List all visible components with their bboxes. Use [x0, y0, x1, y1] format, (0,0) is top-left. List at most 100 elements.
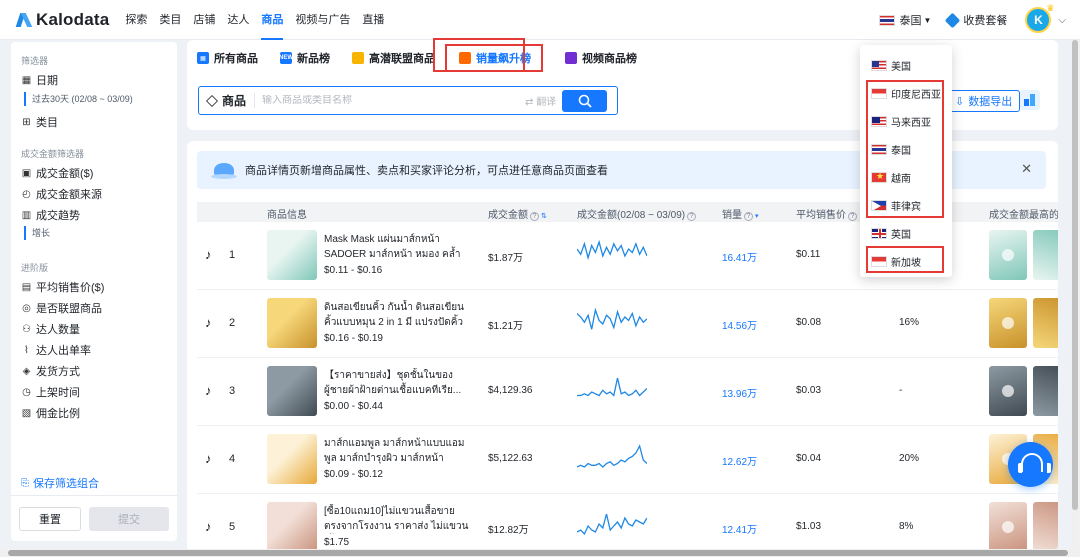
date-filter[interactable]: ▦ 日期: [11, 70, 58, 90]
tiktok-icon: ♪: [205, 315, 212, 330]
product-thumbnail[interactable]: [267, 298, 317, 348]
country-option-ph[interactable]: 菲律宾: [871, 197, 921, 213]
table-row[interactable]: ♪ 5 [ซื้อ10แถม10]ไม่แขวนเสื้อขายตรงจากโรงง…: [197, 494, 1058, 551]
video-thumbnail[interactable]: [989, 502, 1027, 551]
tab-label: 新品榜: [297, 53, 330, 65]
sparkline-line: [577, 308, 647, 330]
nav-item[interactable]: 达人: [227, 0, 249, 40]
video-thumbnail[interactable]: [1033, 502, 1058, 551]
category-label: 类目: [36, 117, 58, 129]
country-selector[interactable]: 泰国 ▼: [879, 12, 931, 28]
sales-value: 13.96万: [722, 389, 758, 400]
sidebar-advanced-item[interactable]: ◎ 是否联盟商品: [11, 298, 171, 318]
tab-new[interactable]: NEW 新品榜: [279, 44, 330, 72]
date-value[interactable]: 过去30天 (02/08 ~ 03/09): [24, 92, 164, 106]
col-avg-price-label: 平均销售价: [796, 210, 846, 221]
tab-label: 视频商品榜: [582, 53, 637, 65]
bar-chart-icon[interactable]: [1020, 90, 1040, 110]
megaphone-icon: [211, 159, 237, 181]
table-row[interactable]: ♪ 2 ดินสอเขียนคิ้ว กันน้ำ ดินสอเขียนคิ้วแบ…: [197, 290, 1058, 358]
chevron-down-icon[interactable]: ⌵: [1058, 15, 1066, 26]
export-data-button[interactable]: ⇩ 数据导出: [947, 90, 1021, 112]
product-name[interactable]: มาส์กแอมพูล มาส์กหน้าแบบแอมพูล มาส์กบำรุ…: [324, 436, 470, 466]
video-thumbnail[interactable]: [1033, 230, 1058, 280]
thumb-up-icon: [352, 52, 364, 64]
country-option-label: 马来西亚: [891, 117, 931, 129]
country-option-gb[interactable]: 英国: [871, 225, 911, 241]
submit-button[interactable]: 提交: [89, 506, 169, 531]
product-name[interactable]: ดินสอเขียนคิ้ว กันน้ำ ดินสอเขียนคิ้วแบบห…: [324, 300, 470, 330]
country-option-th[interactable]: 泰国: [871, 141, 911, 157]
tiktok-icon: ♪: [205, 519, 212, 534]
category-filter[interactable]: ⊞ 类目: [11, 112, 58, 132]
country-option-id[interactable]: 印度尼西亚: [871, 85, 941, 101]
search-input[interactable]: [255, 95, 526, 106]
col-avg-price[interactable]: 平均销售价?: [796, 206, 857, 221]
search-button[interactable]: [562, 89, 608, 112]
nav-item[interactable]: 类目: [159, 0, 181, 40]
sidebar-filter-item[interactable]: ▥ 成交趋势: [11, 205, 171, 225]
country-option-vn[interactable]: 越南: [871, 169, 911, 185]
sidebar-advanced-item[interactable]: ▧ 佣金比例: [11, 403, 171, 423]
nav-item[interactable]: 商品: [261, 0, 284, 40]
video-thumbnail[interactable]: [1033, 366, 1058, 416]
nav-item[interactable]: 直播: [362, 0, 384, 40]
vertical-scrollbar[interactable]: [1072, 40, 1078, 548]
product-name[interactable]: 【ราคาขายส่ง】ชุดชั้นในของผู้ชายผ้าฝ้ายต่า…: [324, 368, 470, 398]
subscription-button[interactable]: 收费套餐: [945, 12, 1007, 28]
tab-video[interactable]: 视频商品榜: [565, 44, 637, 72]
horizontal-scrollbar[interactable]: [0, 549, 1080, 557]
country-option-us[interactable]: 美国: [871, 57, 911, 73]
country-option-sg[interactable]: 新加坡: [871, 253, 921, 269]
avatar-letter: K: [1034, 13, 1043, 27]
col-sales[interactable]: 销量? ▾: [722, 206, 759, 221]
search-type[interactable]: 商品: [199, 93, 256, 108]
product-thumbnail[interactable]: [267, 230, 317, 280]
table-row[interactable]: ♪ 3 【ราคาขายส่ง】ชุดชั้นในของผู้ชายผ้าฝ้ายต…: [197, 358, 1058, 426]
avg-price-value: $1.03: [796, 521, 822, 532]
nav-item[interactable]: 店铺: [193, 0, 215, 40]
product-name[interactable]: [ซื้อ10แถม10]ไม่แขวนเสื้อขายตรงจากโรงงาน…: [324, 504, 470, 534]
price-range: $0.00 - $0.44: [324, 401, 383, 412]
reset-button[interactable]: 重置: [19, 506, 81, 531]
col-product-info: 商品信息: [267, 210, 307, 221]
sidebar-advanced-item[interactable]: ⚇ 达人数量: [11, 319, 171, 339]
tab-thumb-up[interactable]: 高潜联盟商品: [352, 44, 435, 72]
product-thumbnail[interactable]: [267, 502, 317, 551]
nav-item[interactable]: 视频与广告: [295, 0, 350, 40]
video-thumbnail[interactable]: [989, 298, 1027, 348]
product-thumbnail[interactable]: [267, 434, 317, 484]
country-option-my[interactable]: 马来西亚: [871, 113, 931, 129]
col-gmv-trend[interactable]: 成交金额(02/08 ~ 03/09)?: [577, 206, 697, 221]
close-icon[interactable]: ✕: [1021, 161, 1032, 177]
customer-support-button[interactable]: [1008, 442, 1053, 487]
tiktok-icon: ♪: [205, 451, 212, 466]
trend-value[interactable]: 增长: [24, 226, 64, 240]
country-option-label: 菲律宾: [891, 201, 921, 213]
sidebar-filter-item[interactable]: ▣ 成交金额($): [11, 163, 171, 183]
sidebar-filter-item[interactable]: ◴ 成交金额来源: [11, 184, 171, 204]
sidebar-advanced-item[interactable]: ◈ 发货方式: [11, 361, 171, 381]
id-flag-icon: [871, 87, 887, 99]
save-filter-combo-link[interactable]: ⎘ 保存筛选组合: [21, 475, 99, 491]
translate-button[interactable]: ⇄ 翻译: [525, 93, 556, 108]
logo[interactable]: Kalodata: [18, 10, 109, 30]
avatar[interactable]: K ♛: [1025, 3, 1054, 33]
tab-fire[interactable]: 销量飙升榜: [445, 44, 543, 72]
sales-value: 16.41万: [722, 253, 758, 264]
video-thumbnail[interactable]: [989, 366, 1027, 416]
product-thumbnail[interactable]: [267, 366, 317, 416]
table-row[interactable]: ♪ 4 มาส์กแอมพูล มาส์กหน้าแบบแอมพูล มาส์กบำ…: [197, 426, 1058, 494]
sparkline-line: [577, 377, 647, 397]
notice-text: 商品详情页新增商品属性、卖点和买家评论分析，可点进任意商品页面查看: [245, 165, 608, 177]
nav-item[interactable]: 探索: [125, 0, 147, 40]
tab-all-products[interactable]: ▦ 所有商品: [197, 44, 258, 72]
search-icon: [578, 94, 592, 107]
sidebar-advanced-item[interactable]: ⌇ 达人出单率: [11, 340, 171, 360]
col-gmv[interactable]: 成交金额? ⇅: [488, 206, 547, 221]
product-name[interactable]: Mask Mask แผ่นมาส์กหน้า SADOER มาส์กหน้า…: [324, 232, 470, 262]
sidebar-advanced-item[interactable]: ◷ 上架时间: [11, 382, 171, 402]
video-thumbnail[interactable]: [1033, 298, 1058, 348]
sidebar-advanced-item[interactable]: ▤ 平均销售价($): [11, 277, 171, 297]
video-thumbnail[interactable]: [989, 230, 1027, 280]
